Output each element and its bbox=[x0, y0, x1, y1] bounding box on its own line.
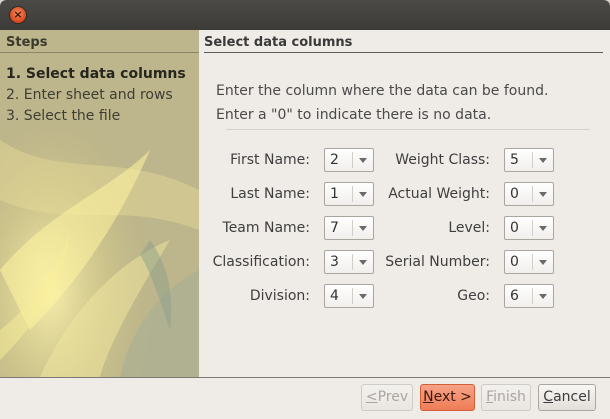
combo-divider bbox=[532, 288, 533, 304]
title-bar: × bbox=[0, 0, 610, 30]
classification-column-select[interactable]: 3 bbox=[324, 250, 374, 274]
next-button[interactable]: Next > bbox=[420, 384, 475, 411]
level-label: Level: bbox=[448, 220, 490, 236]
classification-label: Classification: bbox=[212, 254, 310, 270]
last-name-value: 1 bbox=[330, 186, 339, 202]
team-name-value: 7 bbox=[330, 220, 339, 236]
serial-number-column-select[interactable]: 0 bbox=[504, 250, 554, 274]
chevron-down-icon bbox=[539, 192, 547, 197]
next-mnemonic: N bbox=[423, 389, 434, 405]
level-value: 0 bbox=[510, 220, 519, 236]
combo-divider bbox=[352, 186, 353, 202]
division-label: Division: bbox=[249, 288, 310, 304]
steps-divider bbox=[0, 52, 199, 53]
chevron-down-icon bbox=[539, 158, 547, 163]
team-name-label: Team Name: bbox=[222, 220, 310, 236]
classification-value: 3 bbox=[330, 254, 339, 270]
chevron-down-icon bbox=[359, 158, 367, 163]
first-name-value: 2 bbox=[330, 152, 339, 168]
weight-class-label: Weight Class: bbox=[395, 152, 490, 168]
chevron-down-icon bbox=[359, 294, 367, 299]
combo-divider bbox=[532, 152, 533, 168]
close-window-button[interactable]: × bbox=[10, 7, 26, 23]
geo-column-select[interactable]: 6 bbox=[504, 284, 554, 308]
chevron-down-icon bbox=[539, 260, 547, 265]
instruction-line-1: Enter the column where the data can be f… bbox=[216, 83, 549, 99]
content-panel: Select data columns Enter the column whe… bbox=[199, 30, 610, 377]
combo-divider bbox=[532, 186, 533, 202]
panel-title: Select data columns bbox=[204, 35, 353, 50]
combo-divider bbox=[352, 288, 353, 304]
division-column-select[interactable]: 4 bbox=[324, 284, 374, 308]
weight-class-column-select[interactable]: 5 bbox=[504, 148, 554, 172]
weight-class-value: 5 bbox=[510, 152, 519, 168]
actual-weight-column-select[interactable]: 0 bbox=[504, 182, 554, 206]
chevron-down-icon bbox=[539, 294, 547, 299]
combo-divider bbox=[532, 220, 533, 236]
division-value: 4 bbox=[330, 288, 339, 304]
steps-heading: Steps bbox=[6, 35, 48, 50]
finish-button[interactable]: Finish bbox=[481, 384, 531, 411]
next-label-rest: ext > bbox=[433, 389, 472, 405]
first-name-label: First Name: bbox=[230, 152, 310, 168]
button-bar: <Prev Next > Finish Cancel bbox=[0, 377, 610, 419]
team-name-column-select[interactable]: 7 bbox=[324, 216, 374, 240]
sidebar-background-art bbox=[0, 30, 199, 377]
instruction-line-2: Enter a "0" to indicate there is no data… bbox=[216, 107, 492, 123]
last-name-label: Last Name: bbox=[230, 186, 310, 202]
geo-label: Geo: bbox=[457, 288, 490, 304]
finish-label-rest: inish bbox=[493, 389, 526, 405]
combo-divider bbox=[532, 254, 533, 270]
chevron-down-icon bbox=[359, 260, 367, 265]
step-select-the-file: 3. Select the file bbox=[6, 108, 121, 124]
prev-button[interactable]: <Prev bbox=[361, 384, 413, 411]
cancel-button[interactable]: Cancel bbox=[538, 384, 596, 411]
serial-number-value: 0 bbox=[510, 254, 519, 270]
prev-mnemonic: < bbox=[365, 389, 378, 405]
chevron-down-icon bbox=[359, 226, 367, 231]
chevron-down-icon bbox=[359, 192, 367, 197]
last-name-column-select[interactable]: 1 bbox=[324, 182, 374, 206]
steps-sidebar: Steps 1. Select data columns 2. Enter sh… bbox=[0, 30, 199, 377]
geo-value: 6 bbox=[510, 288, 519, 304]
combo-divider bbox=[352, 152, 353, 168]
first-name-column-select[interactable]: 2 bbox=[324, 148, 374, 172]
cancel-mnemonic: C bbox=[543, 389, 554, 405]
actual-weight-label: Actual Weight: bbox=[388, 186, 490, 202]
prev-label: Prev bbox=[377, 389, 409, 405]
level-column-select[interactable]: 0 bbox=[504, 216, 554, 240]
panel-title-divider bbox=[204, 52, 603, 53]
serial-number-label: Serial Number: bbox=[385, 254, 490, 270]
step-enter-sheet-and-rows: 2. Enter sheet and rows bbox=[6, 87, 173, 103]
step-select-data-columns: 1. Select data columns bbox=[6, 66, 186, 82]
chevron-down-icon bbox=[539, 226, 547, 231]
combo-divider bbox=[352, 254, 353, 270]
cancel-label-rest: ancel bbox=[553, 389, 591, 405]
actual-weight-value: 0 bbox=[510, 186, 519, 202]
form-separator bbox=[226, 129, 590, 130]
combo-divider bbox=[352, 220, 353, 236]
wizard-window: × Steps 1. Select data columns 2. Enter … bbox=[0, 0, 610, 419]
